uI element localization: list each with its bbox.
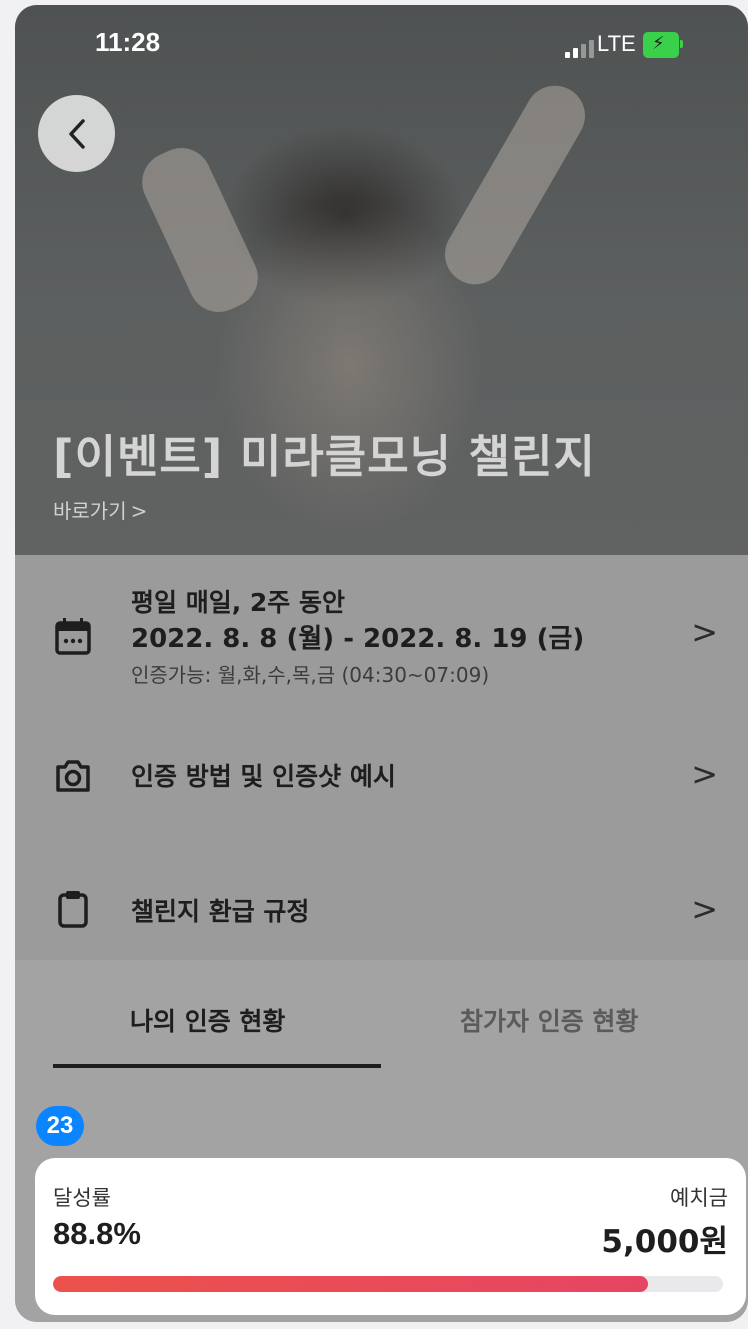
achievement-rate-value: 88.8% — [53, 1216, 141, 1251]
method-row[interactable]: 인증 방법 및 인증샷 예시 > — [15, 745, 748, 805]
status-bar: 11:28 LTE ⚡ — [15, 5, 748, 85]
chevron-right-icon: > — [130, 499, 148, 523]
schedule-row[interactable]: 평일 매일, 2주 동안 2022. 8. 8 (월) - 2022. 8. 1… — [15, 583, 748, 687]
refund-row[interactable]: 챌린지 환급 규정 > — [15, 880, 748, 940]
chevron-left-icon — [68, 118, 85, 149]
network-label: LTE — [597, 31, 636, 56]
schedule-title: 평일 매일, 2주 동안 — [131, 588, 346, 617]
phone-screen: 11:28 LTE ⚡ [이벤트] 미라클모닝 챌린지 바로가기 > 평일 매일,… — [15, 5, 748, 1322]
progress-fill — [53, 1276, 648, 1292]
achievement-rate-label: 달성률 — [53, 1186, 111, 1210]
chevron-right-icon: > — [691, 755, 718, 793]
hero-photo-shape — [434, 74, 596, 296]
chevron-right-icon: > — [691, 613, 718, 651]
status-section: 나의 인증 현황 참가자 인증 현황 23 달성률 예치금 88.8% 5,00… — [15, 960, 748, 1322]
shortcut-label: 바로가기 — [53, 499, 127, 523]
signal-icon — [565, 40, 594, 58]
active-tab-indicator — [53, 1064, 381, 1068]
method-label: 인증 방법 및 인증샷 예시 — [131, 762, 396, 791]
status-time: 11:28 — [95, 27, 161, 57]
clipboard-icon — [58, 891, 88, 928]
schedule-available: 인증가능: 월,화,수,목,금 (04:30~07:09) — [131, 663, 490, 687]
calendar-icon — [55, 618, 91, 655]
progress-track — [53, 1276, 723, 1292]
deposit-label: 예치금 — [670, 1186, 728, 1210]
tab-participant-status[interactable]: 참가자 인증 현황 — [460, 1002, 638, 1038]
hero-photo-shape — [132, 138, 268, 322]
chevron-right-icon: > — [691, 890, 718, 928]
count-badge: 23 — [36, 1106, 84, 1146]
tab-my-status[interactable]: 나의 인증 현황 — [130, 1002, 285, 1038]
shortcut-link[interactable]: 바로가기 > — [53, 495, 147, 524]
deposit-value: 5,000원 — [601, 1224, 728, 1260]
back-button[interactable] — [38, 95, 115, 172]
hero-banner: 11:28 LTE ⚡ [이벤트] 미라클모닝 챌린지 바로가기 > — [15, 5, 748, 555]
challenge-title: [이벤트] 미라클모닝 챌린지 — [53, 430, 596, 483]
battery-charging-icon: ⚡ — [643, 32, 683, 58]
challenge-info-section: 평일 매일, 2주 동안 2022. 8. 8 (월) - 2022. 8. 1… — [15, 555, 748, 960]
progress-card: 달성률 예치금 88.8% 5,000원 — [35, 1158, 746, 1315]
camera-icon — [56, 760, 90, 792]
schedule-dates: 2022. 8. 8 (월) - 2022. 8. 19 (금) — [131, 624, 585, 654]
refund-label: 챌린지 환급 규정 — [131, 897, 310, 926]
